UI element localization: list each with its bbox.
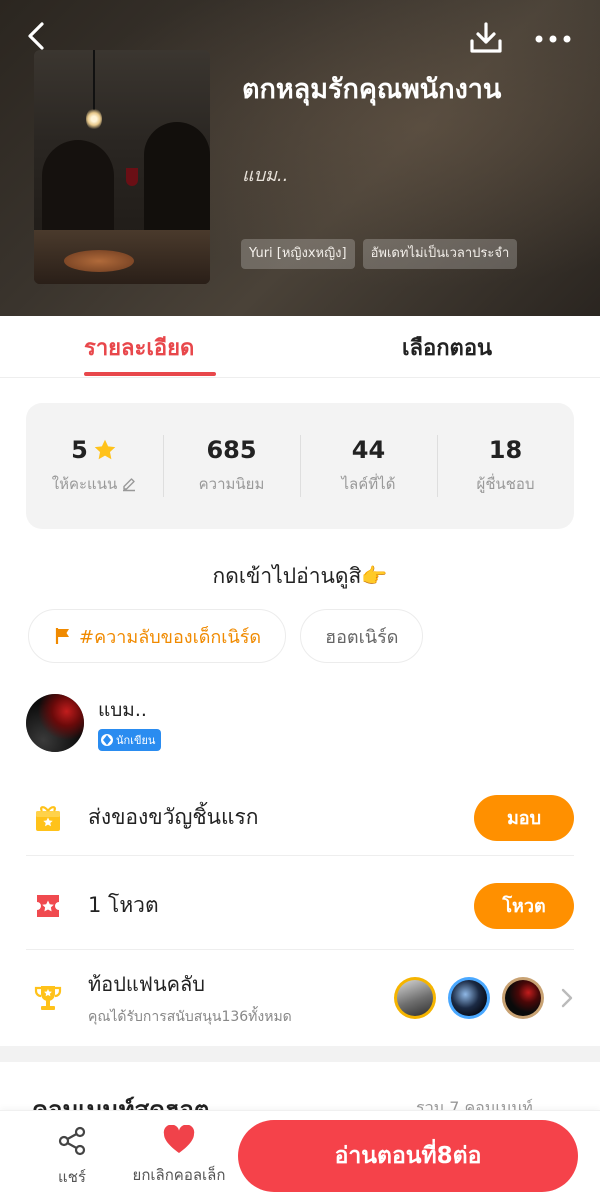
rating-value: 5 bbox=[71, 436, 88, 464]
stat-fans: 18 ผู้ชื่นชอบ bbox=[437, 403, 574, 529]
book-cover[interactable] bbox=[34, 50, 210, 284]
chip-topic-plain-label: ฮอตเนิร์ด bbox=[325, 626, 399, 648]
chip-topic-plain[interactable]: ฮอตเนิร์ด bbox=[300, 609, 424, 663]
chip-topic-hot-label: #ความลับของเด็กเนิร์ด bbox=[79, 626, 262, 648]
stats-card: 5 ให้คะแนน 685 ความนิยม 44 ไลค์ที่ได้ 18… bbox=[26, 403, 574, 529]
more-button[interactable] bbox=[530, 22, 576, 56]
unfavorite-label: ยกเลิกคอลเล็ก bbox=[132, 1166, 226, 1184]
share-icon bbox=[58, 1126, 86, 1156]
fans-value: 18 bbox=[488, 436, 523, 464]
cover-food bbox=[64, 250, 134, 272]
stat-rating[interactable]: 5 ให้คะแนน bbox=[26, 403, 163, 529]
tab-active-indicator bbox=[84, 372, 216, 376]
author-card[interactable]: แบม.. นักเขียน bbox=[26, 694, 162, 752]
author-name: แบม.. bbox=[98, 699, 147, 721]
stat-likes: 44 ไลค์ที่ได้ bbox=[300, 403, 437, 529]
gift-text: ส่งของขวัญชิ้นแรก bbox=[88, 805, 259, 829]
topic-chips: #ความลับของเด็กเนิร์ด ฮอตเนิร์ด bbox=[28, 609, 424, 663]
chevron-left-icon bbox=[28, 22, 44, 50]
heart-icon bbox=[163, 1125, 195, 1153]
likes-label: ไลค์ที่ได้ bbox=[341, 475, 396, 493]
fanclub-row[interactable]: ท้อปแฟนคลับ คุณได้รับการสนับสนุน136ทั้งห… bbox=[26, 956, 574, 1040]
fanclub-title: ท้อปแฟนคลับ bbox=[88, 972, 205, 996]
give-gift-button[interactable]: มอบ bbox=[474, 794, 574, 841]
download-icon bbox=[470, 22, 502, 53]
fanclub-subtitle: คุณได้รับการสนับสนุน136ทั้งหมด bbox=[88, 1009, 292, 1025]
cover-lamp bbox=[86, 108, 102, 130]
stat-popularity: 685 ความนิยม bbox=[163, 403, 300, 529]
trophy-icon bbox=[34, 986, 62, 1010]
book-title: ตกหลุมรักคุณพนักงาน bbox=[242, 74, 502, 105]
unfavorite-button[interactable]: ยกเลิกคอลเล็ก bbox=[124, 1125, 234, 1187]
cover-wine-glass bbox=[126, 168, 138, 186]
flag-icon bbox=[55, 628, 69, 644]
vote-button[interactable]: โหวต bbox=[474, 882, 574, 929]
edit-pencil-icon bbox=[123, 478, 136, 492]
book-tags: Yuri [หญิงxหญิง] อัพเดทไม่เป็นเวลาประจำ bbox=[241, 239, 518, 269]
back-button[interactable] bbox=[18, 18, 54, 54]
book-hero: ตกหลุมรักคุณพนักงาน แบม.. Yuri [หญิงxหญิ… bbox=[0, 0, 600, 316]
gift-icon bbox=[36, 805, 60, 831]
author-avatar[interactable] bbox=[26, 694, 84, 752]
tab-bar: รายละเอียด เลือกตอน bbox=[0, 316, 600, 378]
top-fans-avatars bbox=[394, 977, 544, 1019]
tag-update-status: อัพเดทไม่เป็นเวลาประจำ bbox=[362, 239, 518, 269]
likes-value: 44 bbox=[351, 436, 386, 464]
star-icon bbox=[94, 439, 116, 460]
download-button[interactable] bbox=[466, 18, 506, 58]
tab-details[interactable]: รายละเอียด bbox=[84, 330, 194, 365]
fans-label: ผู้ชื่นชอบ bbox=[476, 475, 535, 493]
popularity-value: 685 bbox=[206, 436, 257, 464]
tab-chapters[interactable]: เลือกตอน bbox=[402, 330, 492, 365]
top-fan-avatar-2[interactable] bbox=[448, 977, 490, 1019]
vote-text: 1 โหวต bbox=[88, 893, 159, 917]
writer-badge-label: นักเขียน bbox=[116, 734, 156, 747]
more-dots-icon bbox=[535, 35, 571, 43]
chevron-right-icon bbox=[561, 988, 573, 1008]
continue-reading-button[interactable]: อ่านตอนที่8ต่อ bbox=[238, 1120, 578, 1192]
gift-row: ส่งของขวัญชิ้นแรก มอบ bbox=[26, 780, 574, 856]
top-fan-avatar-3[interactable] bbox=[502, 977, 544, 1019]
cover-lamp-wire bbox=[93, 50, 95, 110]
popularity-label: ความนิยม bbox=[198, 475, 265, 493]
rating-label: ให้คะแนน bbox=[51, 475, 118, 493]
book-author[interactable]: แบม.. bbox=[242, 160, 288, 189]
ticket-icon bbox=[37, 894, 59, 917]
writer-badge: นักเขียน bbox=[98, 729, 162, 751]
pen-nib-icon bbox=[103, 735, 111, 745]
share-button[interactable]: แชร์ bbox=[52, 1125, 92, 1189]
book-intro-text: กดเข้าไปอ่านดูสิ👉 bbox=[212, 564, 388, 588]
share-label: แชร์ bbox=[58, 1168, 86, 1186]
section-divider bbox=[0, 1046, 600, 1062]
chip-topic-hot[interactable]: #ความลับของเด็กเนิร์ด bbox=[28, 609, 287, 663]
top-fan-avatar-1[interactable] bbox=[394, 977, 436, 1019]
vote-row: 1 โหวต โหวต bbox=[26, 862, 574, 950]
tag-genre[interactable]: Yuri [หญิงxหญิง] bbox=[241, 239, 355, 269]
